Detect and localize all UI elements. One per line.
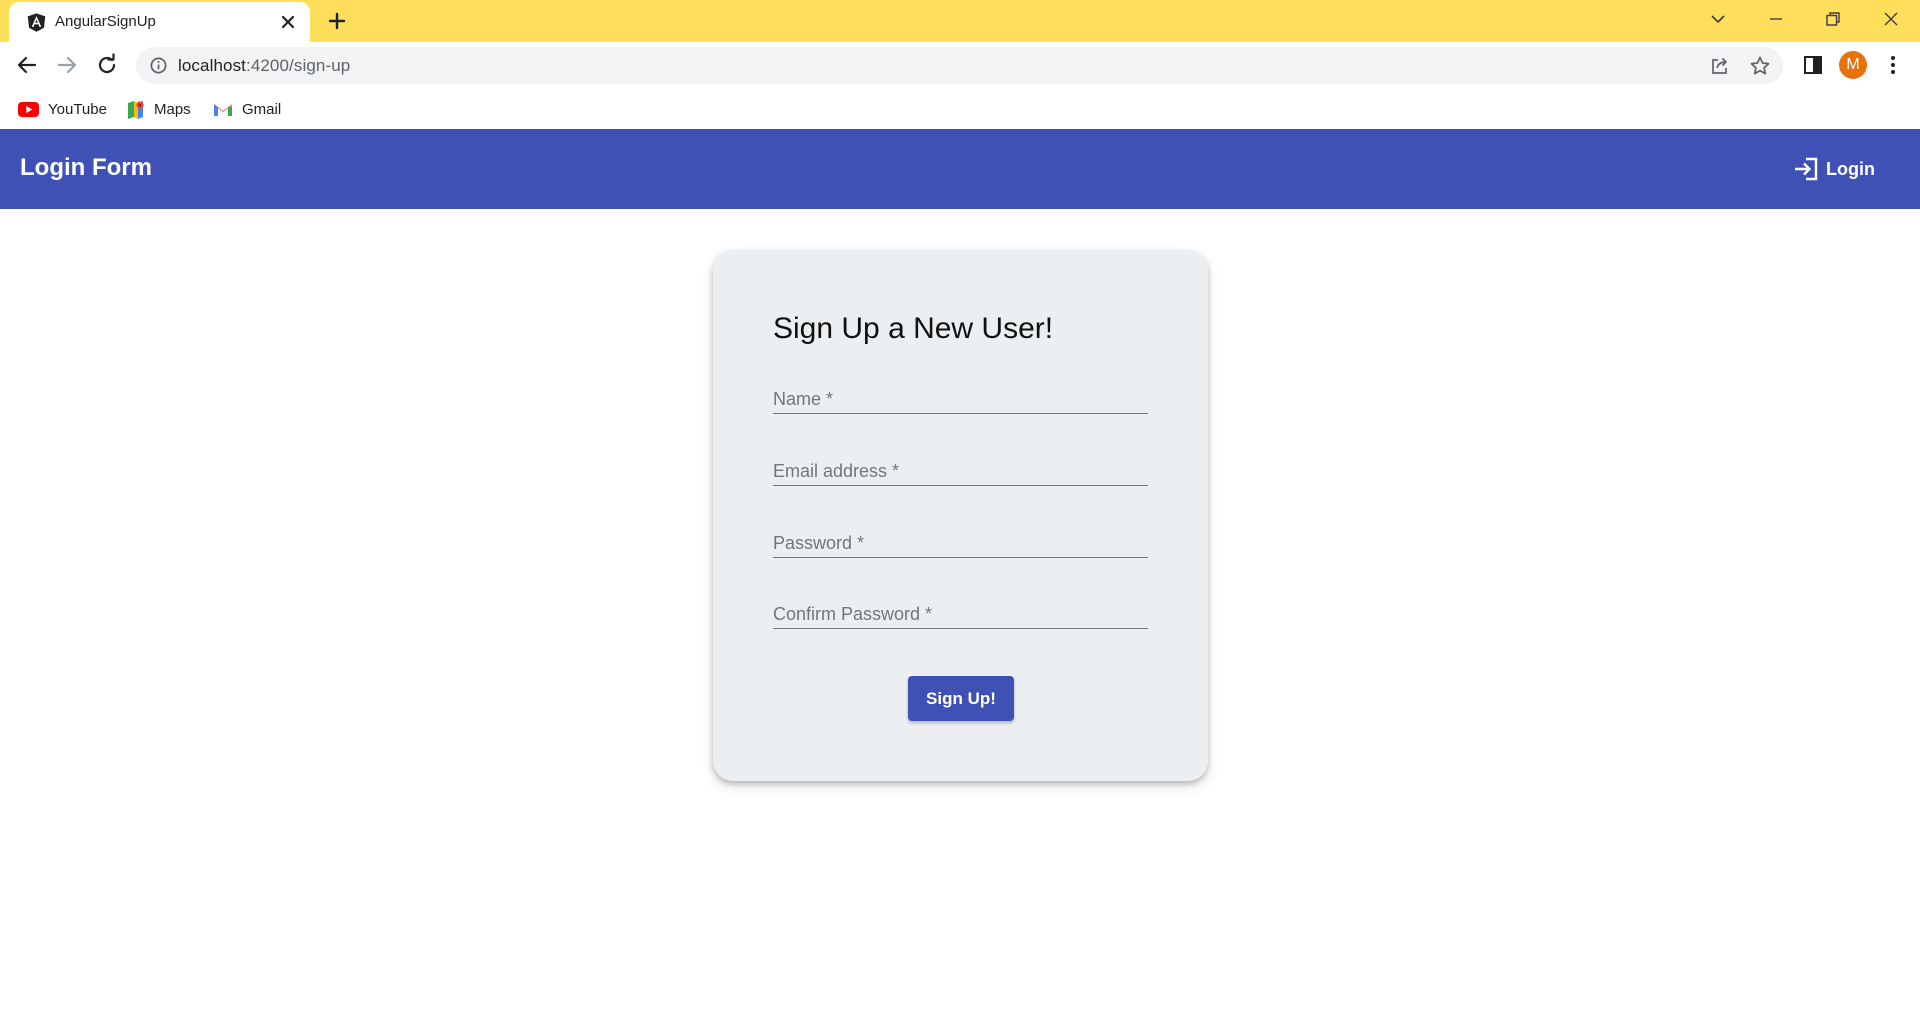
restore-icon[interactable] bbox=[1822, 8, 1844, 30]
bookmark-label: Maps bbox=[154, 100, 191, 118]
email-input[interactable] bbox=[773, 442, 1148, 485]
side-panel-icon[interactable] bbox=[1800, 52, 1826, 78]
name-input[interactable] bbox=[773, 370, 1148, 413]
bookmark-gmail[interactable]: Gmail bbox=[213, 95, 281, 123]
minimize-icon[interactable] bbox=[1765, 8, 1787, 30]
angular-icon bbox=[27, 13, 46, 32]
confirm-password-input[interactable] bbox=[773, 585, 1148, 628]
app-toolbar: Login Form Login bbox=[0, 129, 1920, 209]
forward-icon[interactable] bbox=[54, 52, 80, 78]
email-field bbox=[773, 442, 1148, 486]
kebab-menu-icon[interactable] bbox=[1880, 52, 1906, 78]
card-heading: Sign Up a New User! bbox=[773, 312, 1054, 345]
gmail-icon bbox=[214, 103, 232, 116]
star-icon[interactable] bbox=[1749, 55, 1771, 77]
share-icon[interactable] bbox=[1709, 55, 1731, 77]
reload-icon[interactable] bbox=[94, 52, 120, 78]
browser-tab-active[interactable]: AngularSignUp bbox=[9, 2, 310, 42]
back-icon[interactable] bbox=[14, 52, 40, 78]
address-bar[interactable]: localhost:4200/sign-up bbox=[136, 47, 1783, 84]
bookmark-label: YouTube bbox=[48, 100, 107, 118]
url-host: localhost bbox=[178, 56, 246, 75]
url-text[interactable]: localhost:4200/sign-up bbox=[178, 56, 350, 76]
info-icon[interactable] bbox=[149, 56, 168, 75]
youtube-icon bbox=[18, 101, 39, 117]
app-title: Login Form bbox=[20, 154, 152, 181]
chevron-down-icon[interactable] bbox=[1707, 8, 1729, 30]
tab-title: AngularSignUp bbox=[55, 13, 156, 30]
login-label: Login bbox=[1826, 158, 1875, 179]
browser-toolbar: localhost:4200/sign-up M bbox=[0, 42, 1920, 89]
signup-card: Sign Up a New User! Sign Up! bbox=[713, 250, 1208, 781]
plus-icon[interactable] bbox=[326, 10, 348, 32]
close-icon[interactable] bbox=[279, 13, 297, 31]
bookmark-youtube[interactable]: YouTube bbox=[18, 95, 107, 123]
maps-icon bbox=[128, 100, 144, 119]
login-button[interactable]: Login bbox=[1792, 149, 1875, 189]
signup-button[interactable]: Sign Up! bbox=[908, 676, 1014, 721]
profile-avatar[interactable]: M bbox=[1839, 51, 1867, 79]
browser-tab-strip: AngularSignUp bbox=[0, 0, 1920, 42]
url-path: :4200/sign-up bbox=[246, 56, 351, 75]
password-field bbox=[773, 514, 1148, 558]
name-field bbox=[773, 370, 1148, 414]
window-close-icon[interactable] bbox=[1880, 8, 1902, 30]
login-icon bbox=[1795, 157, 1818, 181]
bookmark-maps[interactable]: Maps bbox=[126, 95, 191, 123]
bookmark-label: Gmail bbox=[242, 100, 282, 118]
confirm-password-field bbox=[773, 585, 1148, 629]
bookmarks-bar: YouTube Maps Gmail bbox=[0, 89, 1920, 129]
password-input[interactable] bbox=[773, 514, 1148, 557]
